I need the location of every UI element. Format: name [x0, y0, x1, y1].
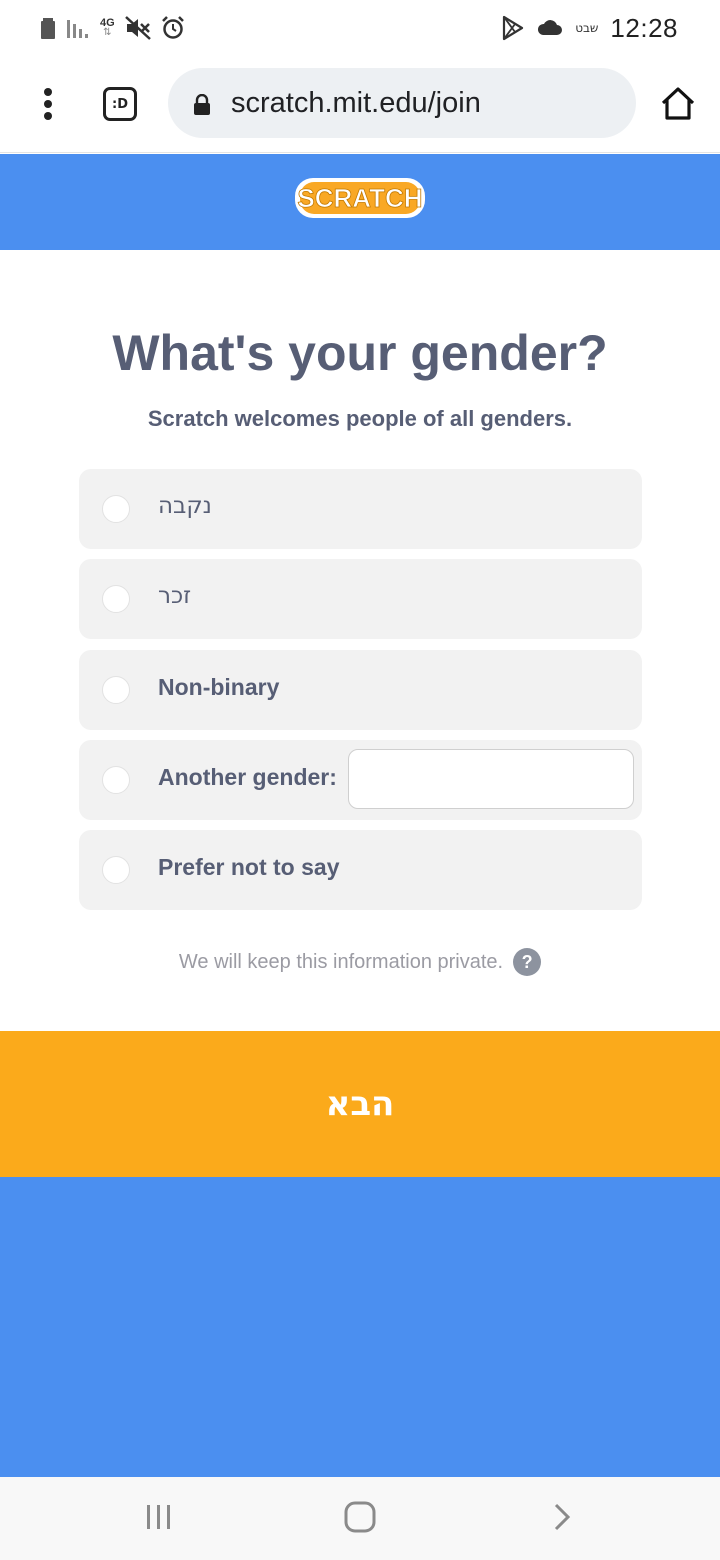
tab-switcher-label: :D [112, 96, 128, 112]
menu-icon[interactable] [34, 82, 64, 126]
network-type-icon: 4G ⇅ [100, 17, 115, 38]
address-bar[interactable]: scratch.mit.edu/join [168, 68, 636, 138]
next-button-label: הבא [325, 1084, 395, 1124]
back-icon[interactable] [548, 1501, 576, 1533]
clock: 12:28 [610, 12, 678, 43]
browser-toolbar: :D scratch.mit.edu/join [0, 56, 720, 153]
page-title: What's your gender? [112, 325, 608, 381]
battery-icon [41, 18, 55, 39]
hebrew-day-label: שבט [575, 21, 599, 35]
status-bar: 4G ⇅ שבט 12:28 [0, 0, 720, 56]
radio-button[interactable] [102, 766, 130, 794]
gender-form: What's your gender? Scratch welcomes peo… [0, 250, 720, 1031]
radio-button[interactable] [102, 676, 130, 704]
navigation-bar [0, 1477, 720, 1560]
radio-button[interactable] [102, 856, 130, 884]
recent-apps-icon[interactable] [143, 1501, 175, 1533]
gender-option-prefer-not[interactable]: Prefer not to say [79, 830, 642, 910]
status-icons-right: שבט 12:28 [501, 10, 678, 46]
gender-option-another[interactable]: Another gender: [79, 740, 642, 820]
mute-icon [124, 16, 151, 40]
gender-option-non-binary[interactable]: Non-binary [79, 650, 642, 730]
alarm-icon [161, 16, 184, 39]
home-icon[interactable] [658, 84, 698, 124]
help-icon[interactable]: ? [513, 948, 542, 976]
next-button[interactable]: הבא [0, 1031, 720, 1177]
tab-switcher-button[interactable]: :D [103, 87, 137, 121]
lock-icon [194, 94, 210, 115]
option-label: נקבה [158, 493, 212, 519]
gender-option-female[interactable]: נקבה [79, 469, 642, 549]
privacy-text: We will keep this information private. [178, 950, 504, 973]
scratch-logo-text: SCRATCH [297, 183, 422, 213]
cloud-icon [538, 20, 563, 35]
footer-area [0, 1177, 720, 1477]
option-label: זכר [158, 583, 192, 609]
status-icons-left: 4G ⇅ [40, 14, 185, 42]
radio-button[interactable] [102, 585, 130, 613]
signal-icon [67, 20, 88, 38]
option-label: Another gender: [158, 764, 337, 790]
privacy-note: We will keep this information private. ? [0, 948, 720, 976]
option-label: Prefer not to say [158, 854, 340, 880]
scratch-logo[interactable]: SCRATCH [293, 174, 427, 222]
play-store-icon [503, 15, 524, 41]
home-nav-icon[interactable] [342, 1499, 378, 1535]
url-text: scratch.mit.edu/join [231, 87, 481, 119]
radio-button[interactable] [102, 495, 130, 523]
page-subtitle: Scratch welcomes people of all genders. [147, 406, 573, 431]
scratch-header: SCRATCH [0, 154, 720, 250]
gender-option-male[interactable]: זכר [79, 559, 642, 639]
option-label: Non-binary [158, 674, 280, 700]
another-gender-input[interactable] [348, 749, 634, 809]
